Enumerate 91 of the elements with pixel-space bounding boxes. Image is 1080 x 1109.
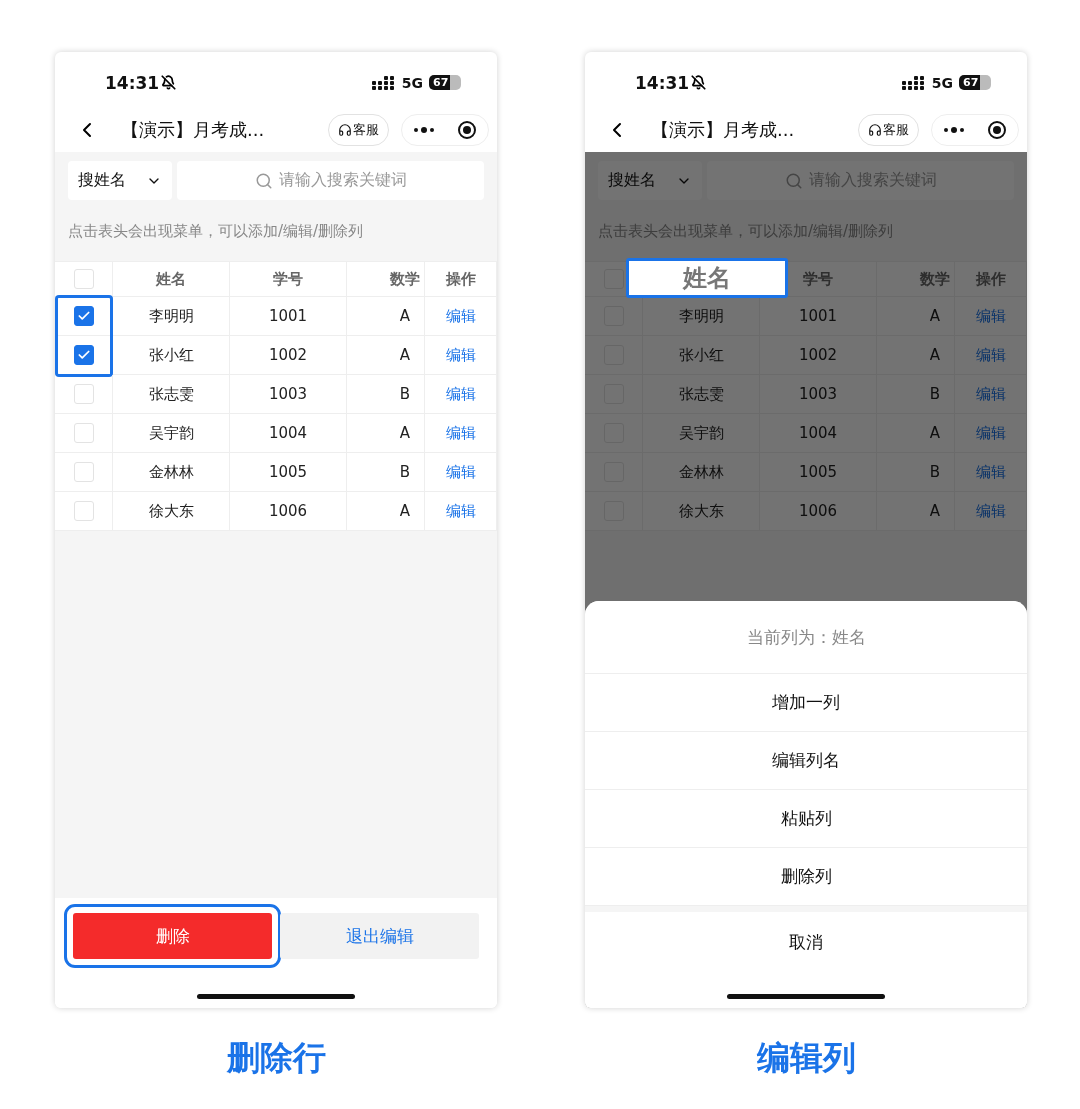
page-title: 【演示】月考成... bbox=[651, 117, 796, 142]
edit-link[interactable]: 编辑 bbox=[975, 462, 1006, 482]
edit-link[interactable]: 编辑 bbox=[975, 306, 1006, 326]
table-cell: 徐大东 bbox=[678, 501, 724, 521]
network-label: 5G bbox=[931, 74, 953, 91]
table-cell: 徐大东 bbox=[148, 501, 194, 521]
table-cell: 1003 bbox=[798, 385, 838, 403]
table-cell: A bbox=[929, 424, 940, 442]
table-cell: 1004 bbox=[268, 424, 308, 442]
edit-link[interactable]: 编辑 bbox=[445, 306, 476, 326]
bell-off-icon bbox=[161, 75, 177, 90]
signal-icon bbox=[901, 75, 926, 90]
caption: 编辑列 bbox=[756, 1037, 856, 1079]
checkbox[interactable] bbox=[73, 345, 94, 365]
column-header[interactable]: 姓名 bbox=[626, 258, 788, 298]
headphones-icon bbox=[868, 122, 882, 137]
table-cell: A bbox=[929, 307, 940, 325]
table-cell: 李明明 bbox=[148, 306, 194, 326]
table-cell: 1001 bbox=[798, 307, 838, 325]
table-cell: 1006 bbox=[798, 502, 838, 520]
table-cell: B bbox=[929, 463, 940, 481]
table-cell: A bbox=[399, 424, 410, 442]
edit-link[interactable]: 编辑 bbox=[445, 501, 476, 521]
menu-item[interactable]: 删除列 bbox=[585, 848, 1027, 906]
sheet-title: 当前列为：姓名 bbox=[585, 601, 1027, 674]
hint-text: 点击表头会出现菜单，可以添加/编辑/删除列 bbox=[67, 221, 365, 242]
edit-link[interactable]: 编辑 bbox=[445, 423, 476, 443]
table-cell: 1005 bbox=[268, 463, 308, 481]
target-icon[interactable] bbox=[457, 119, 477, 140]
edit-link[interactable]: 编辑 bbox=[975, 501, 1006, 521]
service-button[interactable]: 客服 bbox=[328, 113, 389, 146]
battery-indicator: 67 bbox=[429, 75, 461, 90]
checkbox[interactable] bbox=[73, 306, 94, 326]
service-button[interactable]: 客服 bbox=[858, 113, 919, 146]
table-cell: 金林林 bbox=[148, 462, 194, 482]
exit-edit-button[interactable]: 退出编辑 bbox=[280, 913, 479, 959]
status-time: 14:31 bbox=[635, 72, 690, 93]
more-icon[interactable] bbox=[413, 126, 435, 133]
check-icon bbox=[76, 348, 91, 362]
table-cell: B bbox=[929, 385, 940, 403]
column-header[interactable]: 学号 bbox=[273, 269, 303, 289]
table-cell: A bbox=[399, 502, 410, 520]
menu-item[interactable]: 编辑列名 bbox=[585, 732, 1027, 790]
table-cell: 1001 bbox=[268, 307, 308, 325]
table-cell: 1003 bbox=[268, 385, 308, 403]
page-title: 【演示】月考成... bbox=[121, 117, 266, 142]
edit-link[interactable]: 编辑 bbox=[445, 462, 476, 482]
headphones-icon bbox=[338, 122, 352, 137]
network-label: 5G bbox=[401, 74, 423, 91]
table-cell: 张志雯 bbox=[678, 384, 724, 404]
filter-select[interactable]: 搜姓名 bbox=[598, 161, 702, 200]
menu-item[interactable]: 增加一列 bbox=[585, 674, 1027, 732]
table-cell: 张志雯 bbox=[148, 384, 194, 404]
table-cell: 张小红 bbox=[678, 345, 724, 365]
column-header[interactable]: 姓名 bbox=[156, 269, 186, 289]
table-cell: B bbox=[399, 385, 410, 403]
battery-indicator: 67 bbox=[959, 75, 991, 90]
table-cell: 1002 bbox=[268, 346, 308, 364]
menu-item[interactable]: 粘贴列 bbox=[585, 790, 1027, 848]
table-cell: 李明明 bbox=[678, 306, 724, 326]
target-icon[interactable] bbox=[987, 119, 1007, 140]
search-field[interactable]: 请输入搜索关键词 bbox=[177, 161, 484, 200]
more-icon[interactable] bbox=[943, 126, 965, 133]
table-cell: 1005 bbox=[798, 463, 838, 481]
filter-select[interactable]: 搜姓名 bbox=[68, 161, 172, 200]
edit-link[interactable]: 编辑 bbox=[975, 345, 1006, 365]
table-cell: 金林林 bbox=[678, 462, 724, 482]
search-icon bbox=[784, 171, 803, 190]
column-header[interactable]: 学号 bbox=[803, 269, 833, 289]
table-cell: A bbox=[929, 346, 940, 364]
edit-link[interactable]: 编辑 bbox=[445, 345, 476, 365]
signal-icon bbox=[371, 75, 396, 90]
bell-off-icon bbox=[691, 75, 707, 90]
delete-button[interactable]: 删除 bbox=[73, 913, 272, 959]
edit-link[interactable]: 编辑 bbox=[975, 384, 1006, 404]
table-cell: 1002 bbox=[798, 346, 838, 364]
table-cell: 吴宇韵 bbox=[678, 423, 724, 443]
status-time: 14:31 bbox=[105, 72, 160, 93]
table-cell: 吴宇韵 bbox=[148, 423, 194, 443]
edit-link[interactable]: 编辑 bbox=[445, 384, 476, 404]
table-cell: A bbox=[399, 346, 410, 364]
table-cell: A bbox=[929, 502, 940, 520]
caption: 删除行 bbox=[226, 1037, 326, 1079]
check-icon bbox=[76, 309, 91, 323]
edit-link[interactable]: 编辑 bbox=[975, 423, 1006, 443]
search-icon bbox=[254, 171, 273, 190]
table-cell: 张小红 bbox=[148, 345, 194, 365]
table-cell: 1004 bbox=[798, 424, 838, 442]
table-cell: B bbox=[399, 463, 410, 481]
table-cell: 1006 bbox=[268, 502, 308, 520]
table-cell: A bbox=[399, 307, 410, 325]
